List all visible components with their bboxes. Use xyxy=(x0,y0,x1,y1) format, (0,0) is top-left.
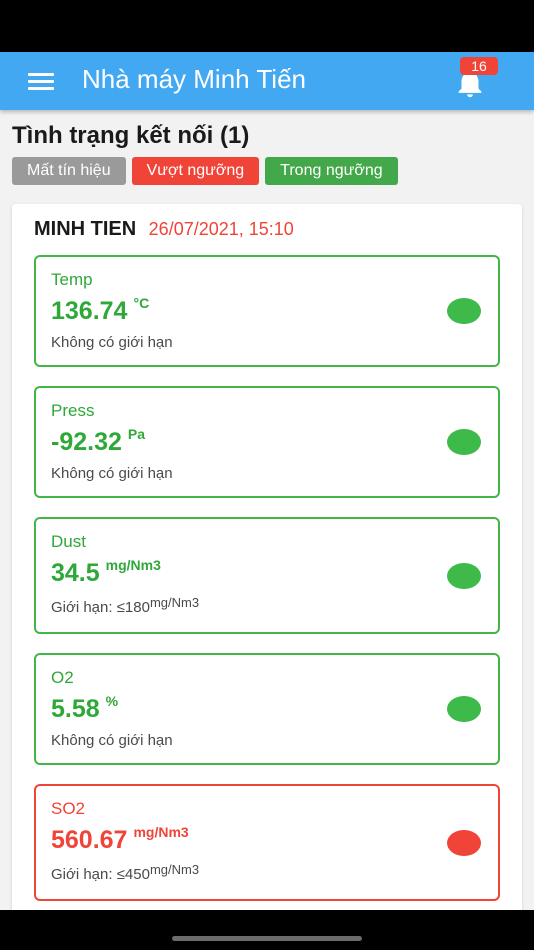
limit-text: Giới hạn: ≤180 xyxy=(51,599,150,616)
station-panel: MINH TIEN 26/07/2021, 15:10 Temp 136.74 °… xyxy=(12,204,522,924)
sensor-value-number: 136.74 xyxy=(51,297,128,325)
status-dot-icon xyxy=(447,696,481,722)
sensor-limit: Giới hạn: ≤450mg/Nm3 xyxy=(51,862,199,883)
sensor-card-temp[interactable]: Temp 136.74 °C Không có giới hạn xyxy=(34,255,500,367)
sensor-value-number: 34.5 xyxy=(51,559,100,587)
legend-lost-signal: Mất tín hiệu xyxy=(12,157,126,185)
app-title: Nhà máy Minh Tiến xyxy=(82,64,306,94)
status-dot-icon xyxy=(447,298,481,324)
status-dot-icon xyxy=(447,830,481,856)
home-indicator[interactable] xyxy=(172,936,362,941)
sensor-value-number: 5.58 xyxy=(51,695,100,723)
sensor-value-number: -92.32 xyxy=(51,428,122,456)
status-dot-icon xyxy=(447,429,481,455)
sensor-value: 560.67 mg/Nm3 xyxy=(51,824,189,855)
sensor-name: Dust xyxy=(51,532,86,551)
connection-status-title: Tình trạng kết nối (1) xyxy=(12,122,250,149)
station-header: MINH TIEN 26/07/2021, 15:10 xyxy=(34,218,294,241)
sensor-value-number: 560.67 xyxy=(51,826,128,854)
limit-unit: mg/Nm3 xyxy=(149,862,200,877)
hamburger-menu-icon[interactable] xyxy=(28,71,54,91)
station-timestamp: 26/07/2021, 15:10 xyxy=(148,219,294,239)
sensor-value: 136.74 °C xyxy=(51,295,150,326)
sensor-value: 34.5 mg/Nm3 xyxy=(51,557,161,588)
station-name: MINH TIEN xyxy=(34,218,137,240)
sensor-name: SO2 xyxy=(51,799,86,818)
bottom-bar xyxy=(0,910,534,950)
sensor-limit: Không có giới hạn xyxy=(51,732,173,749)
notification-badge: 16 xyxy=(460,57,498,75)
sensor-name: Press xyxy=(51,401,95,420)
sensor-unit: °C xyxy=(133,295,150,311)
sensor-unit: Pa xyxy=(127,426,146,442)
sensor-unit: mg/Nm3 xyxy=(133,824,189,840)
legend-exceeded: Vượt ngưỡng xyxy=(131,157,260,185)
sensor-limit: Không có giới hạn xyxy=(51,334,173,351)
sensor-unit: % xyxy=(105,693,119,709)
status-bar xyxy=(0,0,534,52)
limit-unit: mg/Nm3 xyxy=(149,595,200,610)
sensor-value: -92.32 Pa xyxy=(51,426,146,457)
status-legend: Mất tín hiệu Vượt ngưỡng Trong ngưỡng xyxy=(12,157,398,185)
app-bar: Nhà máy Minh Tiến xyxy=(0,52,534,110)
sensor-card-so2[interactable]: SO2 560.67 mg/Nm3 Giới hạn: ≤450mg/Nm3 xyxy=(34,784,500,901)
limit-text: Giới hạn: ≤450 xyxy=(51,866,150,883)
sensor-name: Temp xyxy=(51,270,93,289)
sensor-limit: Giới hạn: ≤180mg/Nm3 xyxy=(51,595,199,616)
sensor-value: 5.58% xyxy=(51,693,119,724)
legend-within: Trong ngưỡng xyxy=(265,157,398,185)
sensor-unit: mg/Nm3 xyxy=(105,557,161,573)
sensor-card-dust[interactable]: Dust 34.5 mg/Nm3 Giới hạn: ≤180mg/Nm3 xyxy=(34,517,500,634)
sensor-limit: Không có giới hạn xyxy=(51,465,173,482)
sensor-name: O2 xyxy=(51,668,74,687)
sensor-card-o2[interactable]: O2 5.58% Không có giới hạn xyxy=(34,653,500,765)
status-dot-icon xyxy=(447,563,481,589)
sensor-card-press[interactable]: Press -92.32 Pa Không có giới hạn xyxy=(34,386,500,498)
